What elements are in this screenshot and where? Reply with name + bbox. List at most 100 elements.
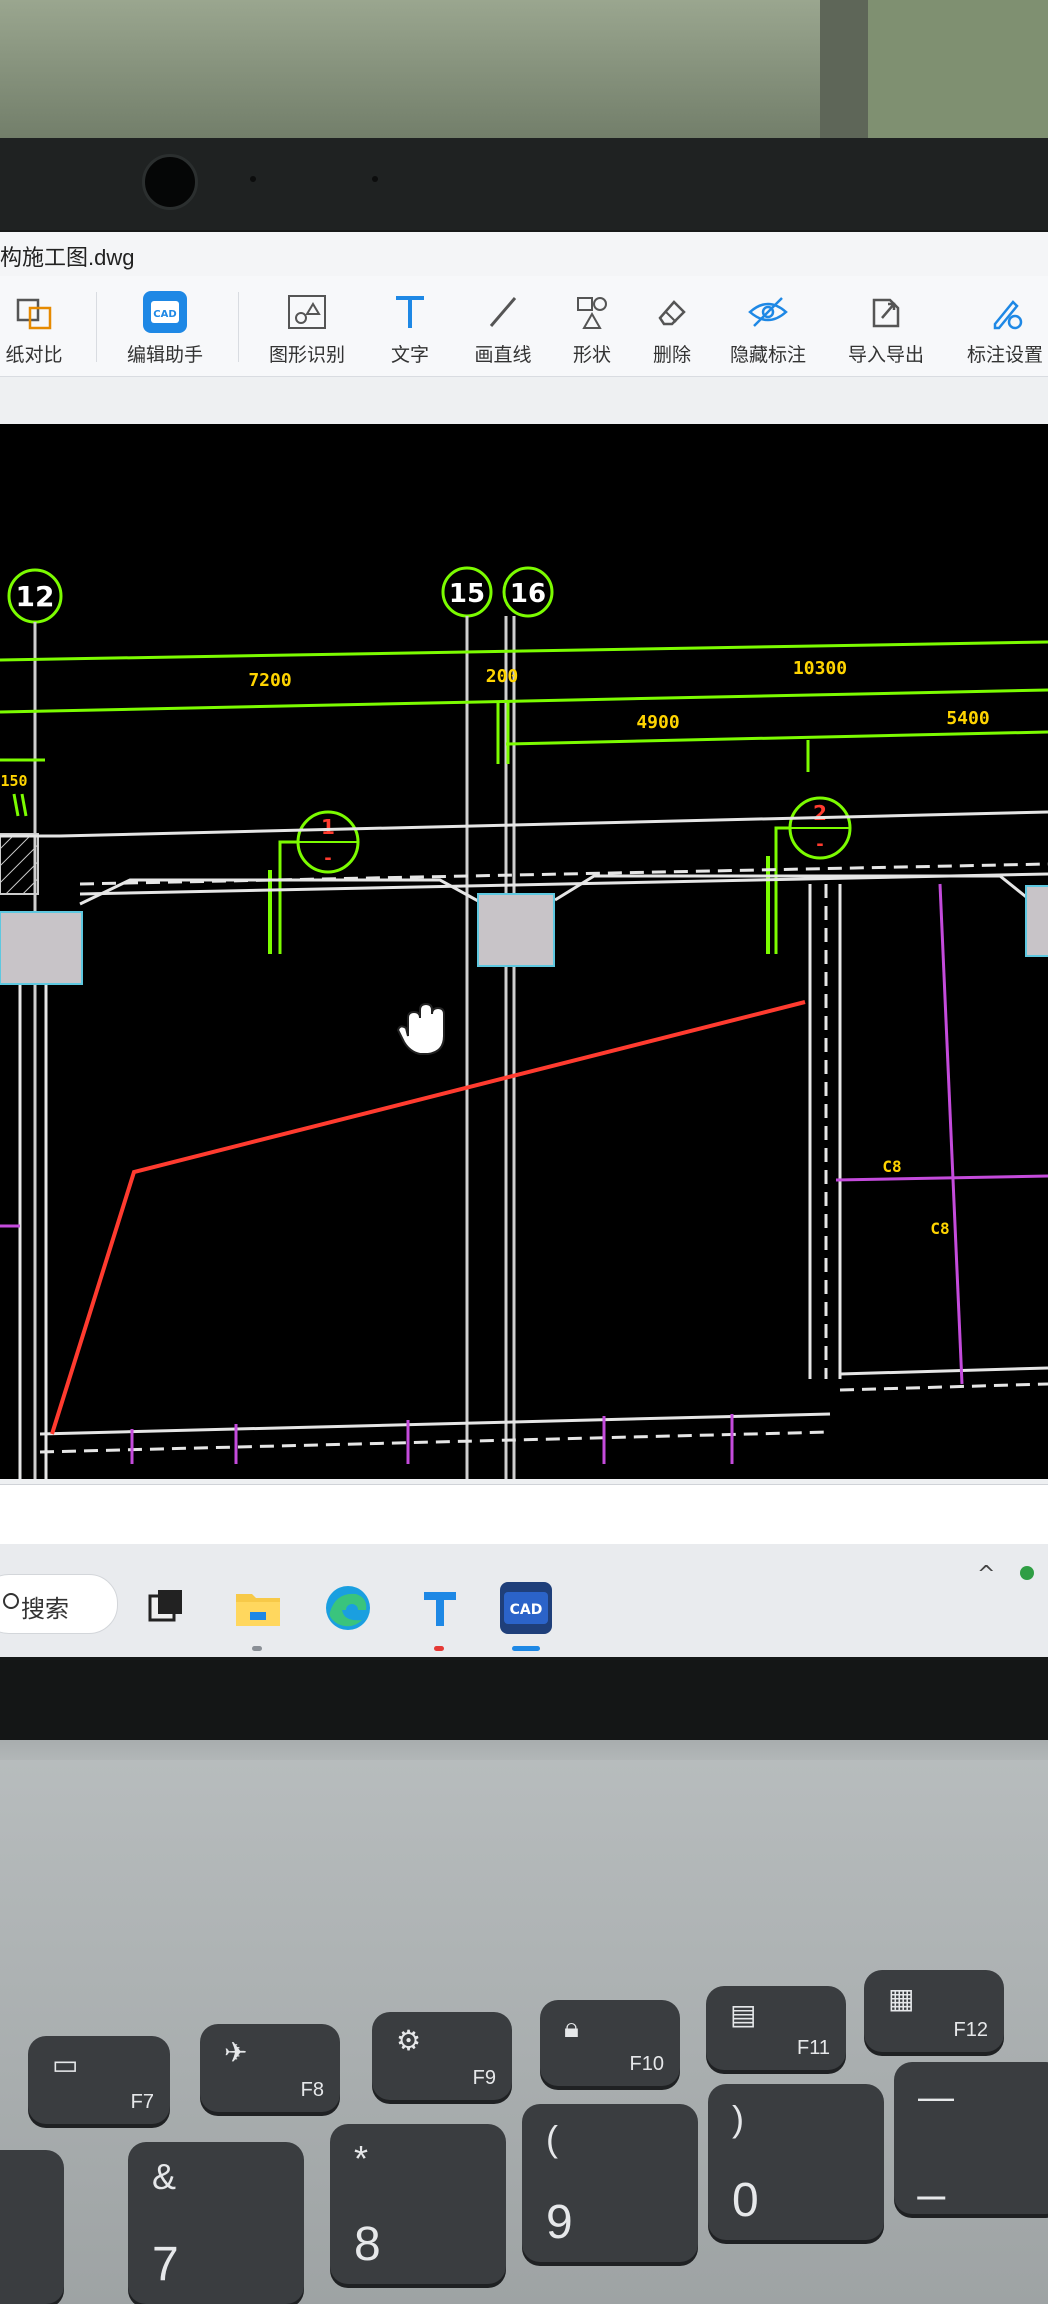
tool-line[interactable]: 画直线	[458, 276, 548, 376]
key-bottom-symbol: 9	[546, 2196, 573, 2249]
title-bar: 构施工图.dwg	[0, 232, 1048, 276]
key-f7[interactable]: ▭ F7	[28, 2036, 170, 2124]
line-icon	[483, 290, 523, 334]
search-icon	[3, 1593, 19, 1609]
tool-shapes[interactable]: 形状	[552, 276, 632, 376]
compare-icon	[12, 290, 56, 334]
key-bottom-symbol: _	[918, 2148, 945, 2201]
cad-canvas[interactable]: 12 15 16 7200 200 10300 4900 5400 150 1 …	[0, 424, 1048, 1479]
key-minus[interactable]: — _	[894, 2062, 1048, 2214]
text-app-icon[interactable]	[414, 1582, 466, 1634]
key-bottom-symbol: 7	[152, 2238, 179, 2291]
tool-compare[interactable]: 纸对比	[0, 276, 84, 376]
taskbar-search[interactable]: 搜索	[0, 1574, 118, 1634]
beam-label: C8	[930, 1219, 949, 1238]
key-bottom-symbol: 0	[732, 2174, 759, 2227]
search-label: 搜索	[21, 1595, 69, 1623]
key-top-symbol: (	[546, 2118, 558, 2159]
tool-label: 画直线	[474, 344, 532, 366]
background-panel	[868, 0, 1048, 150]
column	[1025, 885, 1048, 957]
cad-assistant-icon: CAD	[141, 290, 189, 334]
key-top-symbol: *	[354, 2138, 369, 2179]
axis-lines	[33, 616, 516, 1479]
tool-text[interactable]: 文字	[370, 276, 450, 376]
key-label: F8	[300, 2079, 324, 2101]
column	[0, 911, 83, 985]
key-0[interactable]: ) 0	[708, 2084, 884, 2240]
dimension-texts: 7200 200 10300 4900 5400 150	[0, 658, 989, 790]
screen: 构施工图.dwg 纸对比 CAD 编辑助手 图形识别 文字 画直线 形状 删除 …	[0, 232, 1048, 1657]
axis-label: 12	[16, 580, 55, 613]
tool-label: 文字	[390, 344, 429, 366]
active-indicator	[512, 1646, 540, 1651]
tick-marks	[12, 793, 28, 817]
section-line	[50, 1000, 806, 1435]
task-view-icon[interactable]	[140, 1582, 192, 1634]
tool-label: 标注设置	[966, 344, 1043, 366]
tool-label: 纸对比	[5, 344, 63, 366]
key-label: F12	[953, 2019, 988, 2041]
tool-label: 隐藏标注	[729, 344, 806, 366]
column	[477, 893, 555, 967]
running-indicator	[434, 1646, 444, 1651]
axis-12: 12	[7, 568, 63, 624]
key-f12[interactable]: ▦ F12	[864, 1970, 1004, 2052]
section-mark-1: 1 -	[268, 810, 360, 954]
key-label: F10	[629, 2053, 664, 2075]
tool-import-export[interactable]: 导入导出	[836, 276, 936, 376]
tool-label: 导入导出	[847, 344, 924, 366]
tool-hide-annotation[interactable]: 隐藏标注	[718, 276, 818, 376]
key-6[interactable]	[0, 2150, 64, 2304]
dimension-150: 150	[0, 772, 27, 790]
tool-cad-assistant[interactable]: CAD 编辑助手	[112, 276, 218, 376]
key-top-symbol: —	[918, 2076, 954, 2117]
section-number: 1	[321, 815, 335, 839]
file-explorer-icon[interactable]	[232, 1582, 284, 1634]
key-7[interactable]: & 7	[128, 2142, 304, 2304]
svg-text:CAD: CAD	[510, 1602, 543, 1618]
dimension-200: 200	[486, 666, 519, 687]
annotation-settings-icon	[985, 290, 1025, 334]
import-export-icon	[866, 290, 906, 334]
key-f11[interactable]: ▤ F11	[706, 1986, 846, 2070]
sensor-dot	[372, 176, 378, 182]
key-f9[interactable]: ⚙ F9	[372, 2012, 512, 2100]
tool-label: 图形识别	[268, 344, 345, 366]
toolbar-divider	[96, 292, 97, 362]
shape-recognize-icon	[285, 290, 329, 334]
dimension-7200: 7200	[248, 670, 291, 691]
tray-status-icon[interactable]	[1020, 1566, 1034, 1580]
dimension-10300: 10300	[793, 658, 847, 679]
gear-icon: ⚙	[396, 2025, 422, 2056]
key-f8[interactable]: ✈ F8	[200, 2024, 340, 2112]
key-label: F7	[130, 2091, 154, 2113]
section-number: 2	[813, 801, 827, 825]
window-title: 构施工图.dwg	[0, 245, 135, 270]
lock-icon: 🔒︎	[564, 2012, 579, 2043]
multi-window-icon: ▤	[730, 1999, 757, 2030]
tool-annotation-settings[interactable]: 标注设置	[950, 276, 1048, 376]
airplane-icon: ✈	[224, 2037, 248, 2068]
hatched-wall	[0, 833, 39, 895]
key-f10[interactable]: 🔒︎ F10	[540, 2000, 680, 2086]
edge-icon[interactable]	[322, 1582, 374, 1634]
dimension-lines	[0, 640, 1048, 772]
svg-text:CAD: CAD	[153, 309, 176, 320]
taskbar: 搜索 CAD ^	[0, 1544, 1048, 1657]
key-9[interactable]: ( 9	[522, 2104, 698, 2262]
cad-app-icon[interactable]: CAD	[500, 1582, 552, 1634]
key-8[interactable]: * 8	[330, 2124, 506, 2284]
key-label: F11	[797, 2037, 830, 2059]
small-labels: C8 C8	[882, 1157, 949, 1238]
axis-16: 16	[502, 566, 554, 618]
tool-label: 形状	[572, 344, 611, 366]
key-top-symbol: &	[152, 2156, 177, 2197]
tray-chevron-icon[interactable]: ^	[977, 1562, 995, 1587]
dimension-4900: 4900	[636, 712, 679, 733]
key-bottom-symbol: 8	[354, 2218, 381, 2271]
tool-shape-recognize[interactable]: 图形识别	[252, 276, 362, 376]
section-sub: -	[816, 834, 823, 855]
tool-erase[interactable]: 删除	[634, 276, 710, 376]
display-icon: ▭	[52, 2049, 79, 2080]
